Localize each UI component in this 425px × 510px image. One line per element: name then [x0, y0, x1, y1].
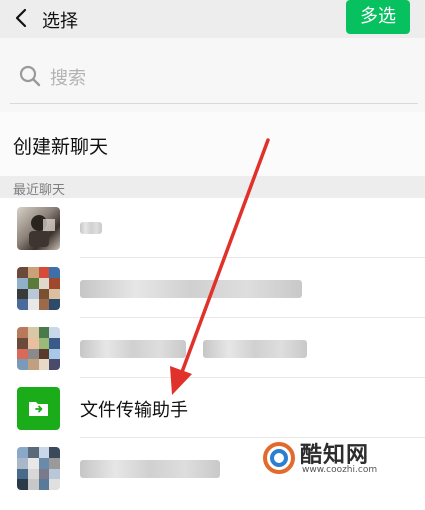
folder-icon: [29, 402, 48, 416]
recent-chats-header: 最近聊天: [0, 176, 425, 198]
folder-avatar: [17, 387, 60, 430]
chat-row[interactable]: [0, 198, 425, 258]
watermark-url: www.coozhi.com: [302, 465, 378, 475]
chat-row[interactable]: [0, 318, 425, 378]
search-icon: [19, 65, 41, 87]
page-title: 选择: [42, 11, 78, 32]
redacted-name: [80, 340, 186, 358]
watermark: 酷知网 www.coozhi.com: [262, 433, 392, 483]
search-area: 搜索: [0, 38, 425, 112]
chat-row-file-transfer[interactable]: 文件传输助手: [0, 378, 425, 438]
recent-chats-label: 最近聊天: [13, 183, 66, 198]
create-new-chat-label: 创建新聊天: [13, 136, 109, 158]
group-avatar: [17, 267, 60, 310]
top-bar: 选择 多选: [0, 0, 425, 38]
back-arrow-icon[interactable]: [10, 6, 34, 30]
coozhi-logo-icon: [263, 442, 295, 474]
redacted-name: [80, 222, 102, 234]
search-underline: [10, 103, 418, 104]
photo-avatar: [17, 207, 60, 250]
group-avatar: [17, 447, 60, 490]
search-input[interactable]: 搜索: [50, 64, 86, 90]
redacted-name: [80, 460, 220, 478]
group-avatar: [17, 327, 60, 370]
redacted-name: [203, 340, 307, 358]
chat-name: 文件传输助手: [80, 400, 188, 421]
chat-row[interactable]: [0, 258, 425, 318]
redacted-name: [80, 280, 302, 298]
multi-select-button[interactable]: 多选: [346, 0, 410, 34]
create-new-chat-row[interactable]: 创建新聊天: [0, 112, 425, 176]
